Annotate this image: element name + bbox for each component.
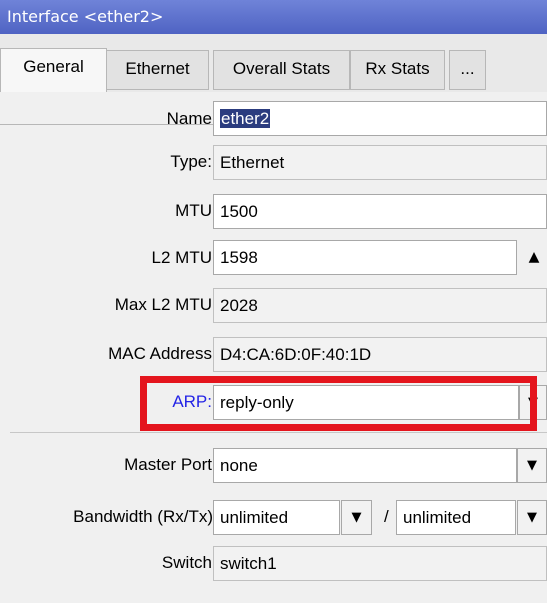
window-title: Interface <ether2> [0, 0, 547, 34]
dropdown-arrow-icon[interactable]: ▼ [341, 500, 372, 535]
l2mtu-label: L2 MTU [151, 248, 212, 267]
mtu-label: MTU [175, 201, 212, 220]
master-port-label: Master Port [124, 455, 212, 474]
triangle-up-icon[interactable]: ▲ [521, 240, 547, 275]
section-divider [10, 432, 547, 433]
tab-ethernet[interactable]: Ethernet [106, 50, 209, 90]
l2mtu-field[interactable]: 1598 [213, 240, 517, 275]
mac-address-label: MAC Address [108, 344, 212, 363]
bandwidth-rx-select[interactable]: unlimited [213, 500, 340, 535]
tab-more[interactable]: ... [449, 50, 486, 90]
name-label: Name [166, 109, 212, 128]
name-field[interactable]: ether2 [213, 101, 547, 136]
mac-address-field: D4:CA:6D:0F:40:1D [213, 337, 547, 372]
master-port-select[interactable]: none [213, 448, 517, 483]
dropdown-arrow-icon[interactable]: ▼ [517, 448, 547, 483]
switch-label: Switch [161, 553, 212, 572]
type-label: Type: [170, 152, 212, 171]
type-field: Ethernet [213, 145, 547, 180]
tab-strip: General Ethernet Overall Stats Rx Stats … [0, 34, 547, 125]
bandwidth-tx-select[interactable]: unlimited [396, 500, 516, 535]
tab-rx-stats[interactable]: Rx Stats [350, 50, 445, 90]
max-l2mtu-field: 2028 [213, 288, 547, 323]
dropdown-arrow-icon[interactable]: ▼ [517, 500, 547, 535]
switch-field: switch1 [213, 546, 547, 581]
mtu-field[interactable]: 1500 [213, 194, 547, 229]
name-value: ether2 [220, 109, 271, 128]
bandwidth-separator: / [384, 507, 389, 526]
tab-general[interactable]: General [0, 48, 107, 92]
max-l2mtu-label: Max L2 MTU [114, 295, 212, 314]
red-highlight-box [140, 376, 537, 431]
bandwidth-label: Bandwidth (Rx/Tx) [73, 507, 213, 526]
tab-overall-stats[interactable]: Overall Stats [213, 50, 350, 90]
